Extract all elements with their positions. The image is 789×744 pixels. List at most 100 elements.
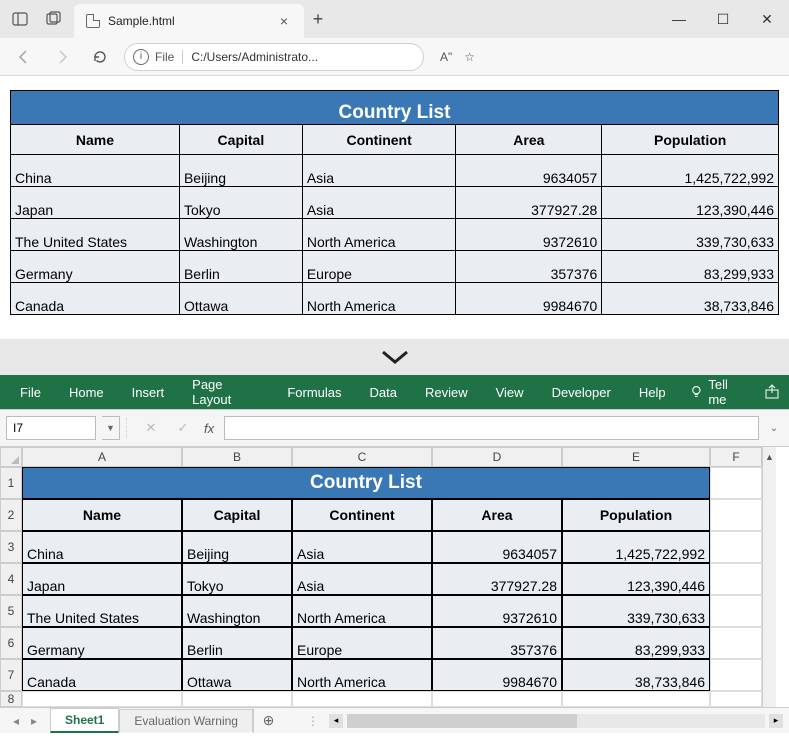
col-header-f[interactable]: F xyxy=(710,447,762,467)
sheet-prev-button[interactable]: ▸ xyxy=(26,714,42,728)
ribbon-tab-help[interactable]: Help xyxy=(625,375,680,409)
share-button[interactable] xyxy=(756,384,789,400)
ribbon-tab-home[interactable]: Home xyxy=(55,375,118,409)
row-header-4[interactable]: 4 xyxy=(0,563,22,595)
cell[interactable]: 357376 xyxy=(432,627,562,659)
browser-tab[interactable]: Sample.html × xyxy=(74,4,304,38)
cell[interactable]: The United States xyxy=(22,595,182,627)
row-header-1[interactable]: 1 xyxy=(0,467,22,499)
row-header-5[interactable]: 5 xyxy=(0,595,22,627)
ribbon-tab-developer[interactable]: Developer xyxy=(538,375,625,409)
sidebar-toggle-icon[interactable] xyxy=(12,11,28,27)
close-window-button[interactable]: ✕ xyxy=(745,0,789,38)
excel-table-title[interactable]: Country List xyxy=(22,467,710,499)
ribbon-tab-insert[interactable]: Insert xyxy=(118,375,179,409)
cell[interactable]: North America xyxy=(292,595,432,627)
fx-label[interactable]: fx xyxy=(204,421,214,436)
forward-button[interactable] xyxy=(48,43,76,71)
row-header-6[interactable]: 6 xyxy=(0,627,22,659)
site-info-icon[interactable]: i xyxy=(133,49,149,65)
cell[interactable] xyxy=(710,467,762,499)
cell[interactable]: Washington xyxy=(182,595,292,627)
read-aloud-button[interactable]: A" xyxy=(440,50,452,64)
cell[interactable]: Asia xyxy=(292,531,432,563)
cell[interactable]: 339,730,633 xyxy=(562,595,710,627)
row-header-8[interactable]: 8 xyxy=(0,691,22,707)
url-field[interactable]: i File C:/Users/Administrato... xyxy=(124,43,424,71)
scroll-up-button[interactable]: ▲ xyxy=(762,447,776,467)
cell[interactable]: North America xyxy=(292,659,432,691)
cell[interactable] xyxy=(22,691,182,707)
row-header-2[interactable]: 2 xyxy=(0,499,22,531)
cell[interactable]: Beijing xyxy=(182,531,292,563)
tabs-overview-icon[interactable] xyxy=(46,11,62,27)
new-tab-button[interactable]: + xyxy=(304,9,332,30)
cell[interactable]: 377927.28 xyxy=(432,563,562,595)
cell[interactable]: 9634057 xyxy=(432,531,562,563)
excel-col-name[interactable]: Name xyxy=(22,499,182,531)
cell[interactable]: Ottawa xyxy=(182,659,292,691)
vscroll-track[interactable] xyxy=(762,467,776,707)
cell[interactable] xyxy=(710,659,762,691)
cell[interactable]: 9984670 xyxy=(432,659,562,691)
ribbon-tab-file[interactable]: File xyxy=(6,375,55,409)
cell[interactable]: Japan xyxy=(22,563,182,595)
cell[interactable] xyxy=(710,595,762,627)
hscroll-right[interactable]: ▸ xyxy=(769,714,783,728)
hscroll-left[interactable]: ◂ xyxy=(329,714,343,728)
cell[interactable]: 83,299,933 xyxy=(562,627,710,659)
sheet-tab-evaluation[interactable]: Evaluation Warning xyxy=(119,709,253,732)
sheet-first-button[interactable]: ◂ xyxy=(8,714,24,728)
hscroll-track[interactable] xyxy=(347,714,765,728)
cell[interactable]: China xyxy=(22,531,182,563)
cell[interactable]: Berlin xyxy=(182,627,292,659)
cell[interactable]: Asia xyxy=(292,563,432,595)
tell-me-button[interactable]: Tell me xyxy=(680,377,756,407)
select-all-corner[interactable] xyxy=(0,447,22,467)
name-box[interactable]: I7 xyxy=(6,416,96,440)
ribbon-tab-pagelayout[interactable]: Page Layout xyxy=(178,375,273,409)
new-sheet-button[interactable]: ⊕ xyxy=(253,708,283,733)
row-header-7[interactable]: 7 xyxy=(0,659,22,691)
cell[interactable] xyxy=(432,691,562,707)
ribbon-tab-data[interactable]: Data xyxy=(356,375,411,409)
ribbon-tab-view[interactable]: View xyxy=(482,375,538,409)
cell[interactable] xyxy=(710,627,762,659)
cell[interactable] xyxy=(710,531,762,563)
formula-input[interactable] xyxy=(224,416,759,440)
cell[interactable]: 9372610 xyxy=(432,595,562,627)
row-header-3[interactable]: 3 xyxy=(0,531,22,563)
cell[interactable]: 1,425,722,992 xyxy=(562,531,710,563)
col-header-c[interactable]: C xyxy=(292,447,432,467)
cell[interactable] xyxy=(182,691,292,707)
cell[interactable]: Germany xyxy=(22,627,182,659)
cell[interactable] xyxy=(710,499,762,531)
cell[interactable] xyxy=(292,691,432,707)
ribbon-tab-formulas[interactable]: Formulas xyxy=(273,375,355,409)
sheet-tab-sheet1[interactable]: Sheet1 xyxy=(50,708,119,733)
cell[interactable]: Canada xyxy=(22,659,182,691)
excel-col-area[interactable]: Area xyxy=(432,499,562,531)
col-header-d[interactable]: D xyxy=(432,447,562,467)
tab-close-button[interactable]: × xyxy=(274,13,294,29)
hscroll-thumb[interactable] xyxy=(347,714,577,728)
cell[interactable] xyxy=(710,563,762,595)
ribbon-tab-review[interactable]: Review xyxy=(411,375,482,409)
maximize-button[interactable]: ☐ xyxy=(701,0,745,38)
cell[interactable] xyxy=(710,691,762,707)
minimize-button[interactable]: — xyxy=(657,0,701,38)
cell[interactable]: 38,733,846 xyxy=(562,659,710,691)
cell[interactable]: Europe xyxy=(292,627,432,659)
enter-formula-button[interactable]: ✓ xyxy=(170,416,196,440)
horizontal-scrollbar[interactable]: ◂ ▸ xyxy=(323,714,789,728)
col-header-a[interactable]: A xyxy=(22,447,182,467)
cancel-formula-button[interactable]: ✕ xyxy=(138,416,164,440)
favorite-button[interactable]: ☆ xyxy=(464,50,475,64)
cell[interactable]: 123,390,446 xyxy=(562,563,710,595)
refresh-button[interactable] xyxy=(86,43,114,71)
expand-formula-button[interactable]: ⌄ xyxy=(765,416,783,440)
cell[interactable]: Tokyo xyxy=(182,563,292,595)
name-box-dropdown[interactable]: ▼ xyxy=(102,416,120,440)
excel-col-capital[interactable]: Capital xyxy=(182,499,292,531)
back-button[interactable] xyxy=(10,43,38,71)
